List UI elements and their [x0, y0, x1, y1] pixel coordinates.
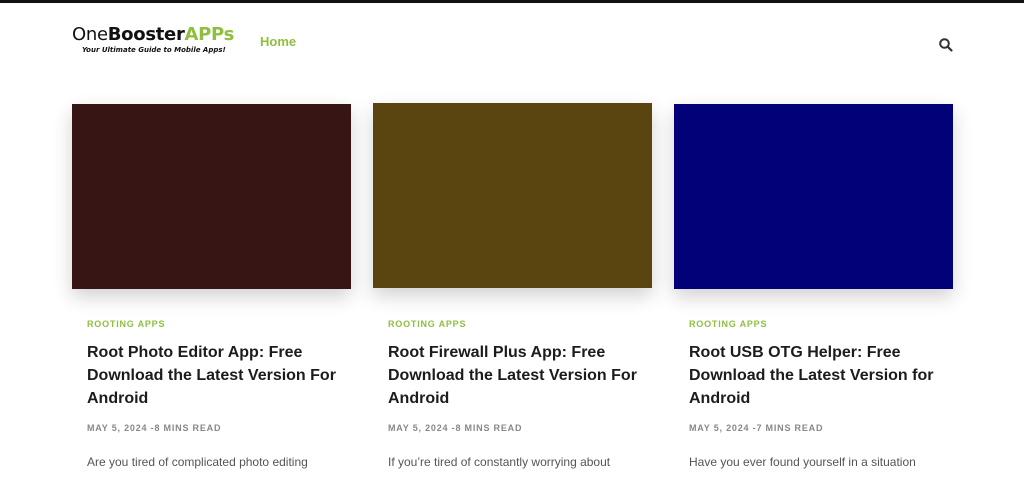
post-date: MAY 5, 2024 [87, 423, 148, 433]
post-read-time: 8 MINS READ [154, 423, 222, 433]
post-image[interactable] [72, 104, 351, 289]
post-category[interactable]: ROOTING APPS [388, 319, 640, 329]
search-button[interactable] [938, 37, 954, 53]
post-image[interactable] [674, 104, 953, 289]
nav-home-link[interactable]: Home [260, 34, 296, 49]
post-body: ROOTING APPS Root Firewall Plus App: Fre… [373, 319, 652, 472]
site-logo[interactable]: OneBoosterAPPs Your Ultimate Guide to Mo… [72, 24, 235, 54]
post-title[interactable]: Root Firewall Plus App: Free Download th… [388, 341, 640, 410]
post-image[interactable] [373, 103, 652, 288]
post-date: MAY 5, 2024 [689, 423, 750, 433]
post-excerpt: Have you ever found yourself in a situat… [689, 455, 916, 469]
post-read-time: 7 MINS READ [756, 423, 824, 433]
post-title[interactable]: Root USB OTG Helper: Free Download the L… [689, 341, 941, 410]
post-card: ROOTING APPS Root Firewall Plus App: Fre… [373, 103, 652, 472]
post-category[interactable]: ROOTING APPS [87, 319, 339, 329]
search-icon [939, 38, 953, 52]
post-meta: MAY 5, 2024 -7 MINS READ [689, 423, 824, 433]
post-category[interactable]: ROOTING APPS [689, 319, 941, 329]
logo-title: OneBoosterAPPs [72, 24, 235, 46]
logo-word-apps: APPs [184, 24, 235, 45]
post-card: ROOTING APPS Root USB OTG Helper: Free D… [674, 104, 953, 472]
post-body: ROOTING APPS Root USB OTG Helper: Free D… [674, 319, 953, 472]
post-date: MAY 5, 2024 [388, 423, 449, 433]
post-meta: MAY 5, 2024 -8 MINS READ [388, 423, 523, 433]
post-excerpt: Are you tired of complicated photo editi… [87, 455, 308, 469]
post-read-time: 8 MINS READ [455, 423, 523, 433]
post-excerpt: If you’re tired of constantly worrying a… [388, 455, 611, 469]
post-meta: MAY 5, 2024 -8 MINS READ [87, 423, 222, 433]
logo-word-one: One [72, 24, 108, 45]
post-body: ROOTING APPS Root Photo Editor App: Free… [72, 319, 351, 472]
site-header: OneBoosterAPPs Your Ultimate Guide to Mo… [0, 3, 1024, 73]
logo-tagline: Your Ultimate Guide to Mobile Apps! [82, 46, 226, 54]
logo-word-booster: Booster [107, 24, 185, 45]
post-title[interactable]: Root Photo Editor App: Free Download the… [87, 341, 339, 410]
post-card: ROOTING APPS Root Photo Editor App: Free… [72, 104, 351, 472]
